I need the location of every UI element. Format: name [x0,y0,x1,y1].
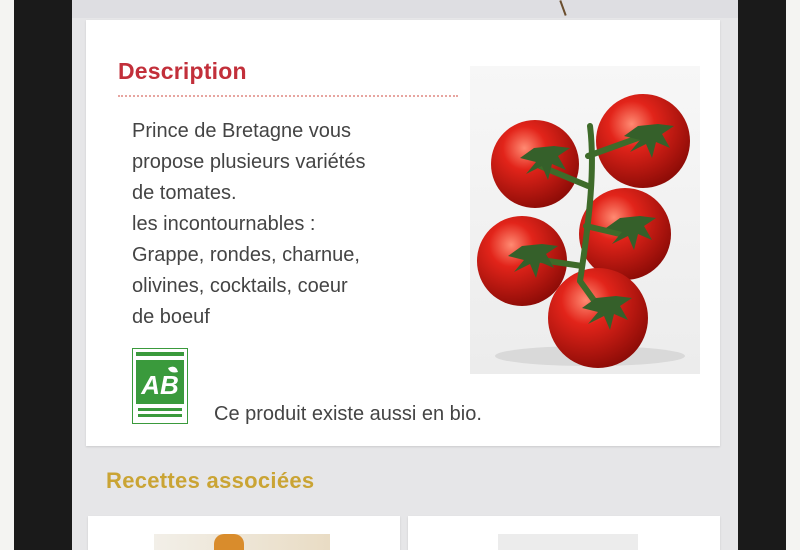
description-text: Prince de Bretagne vous propose plusieur… [132,116,442,333]
description-line: Grappe, rondes, charnue, [132,244,360,266]
tomato-cluster-image [477,94,690,368]
recipe-card[interactable] [408,516,720,550]
recipe-card[interactable] [88,516,400,550]
description-line: de boeuf [132,306,210,328]
phone-bezel-left [14,0,72,550]
title-divider [118,95,458,97]
bio-note: Ce produit existe aussi en bio. [214,403,482,425]
description-title: Description [118,58,247,84]
description-line: Prince de Bretagne vous [132,120,352,142]
description-line: les incontournables : [132,213,316,235]
top-strip [72,0,738,18]
tomato-photo [470,66,700,374]
description-line: de tomates. [132,182,237,204]
description-card: Description Prince de Bretagne vous prop… [86,20,720,446]
recipe-thumbnail [154,534,330,550]
recipe-thumbnail [498,534,638,550]
app-screen: Description Prince de Bretagne vous prop… [72,0,738,550]
description-line: propose plusieurs variétés [132,151,366,173]
recipes-section-title: Recettes associées [106,468,315,493]
description-line: olivines, cocktails, coeur [132,275,348,297]
ab-logo-text: AB [140,370,179,400]
phone-bezel-right [738,0,786,550]
ab-organic-logo-icon: AB [131,347,189,425]
